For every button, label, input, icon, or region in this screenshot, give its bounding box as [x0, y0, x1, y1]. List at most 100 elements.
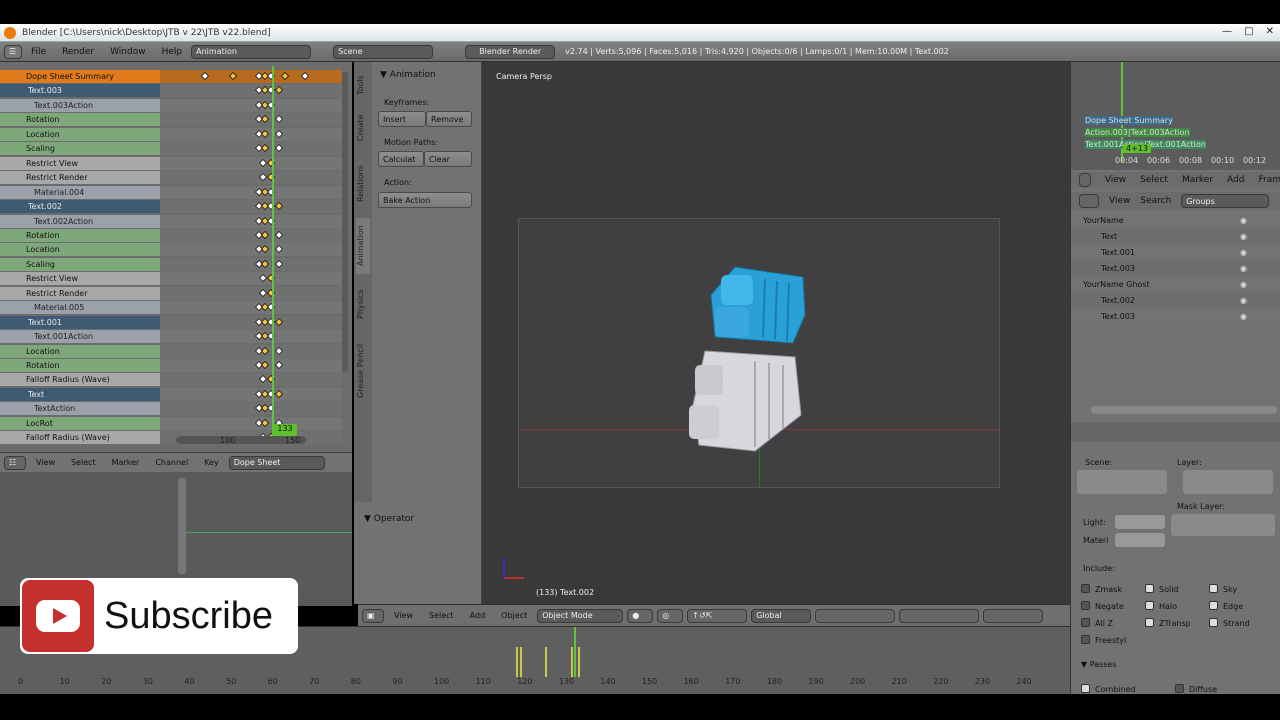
- passes-panel-title[interactable]: ▼ Passes: [1081, 660, 1117, 669]
- channel-row[interactable]: Restrict View: [0, 156, 160, 170]
- tab-physics[interactable]: Physics: [356, 282, 370, 326]
- interaction-mode-select[interactable]: Object Mode: [537, 608, 624, 623]
- include-checkbox[interactable]: [1081, 618, 1090, 627]
- close-icon[interactable]: ✕: [1266, 26, 1274, 37]
- combined-checkbox[interactable]: [1081, 684, 1090, 693]
- channel-row[interactable]: Text.001Action: [0, 330, 160, 344]
- include-checkbox[interactable]: [1209, 584, 1218, 593]
- channel-row[interactable]: Text.002: [0, 200, 160, 214]
- include-checkbox[interactable]: [1209, 618, 1218, 627]
- menu-view[interactable]: View: [1105, 175, 1126, 185]
- diffuse-checkbox[interactable]: [1175, 684, 1184, 693]
- layer-grid[interactable]: [1183, 470, 1273, 494]
- menu-marker[interactable]: Marker: [106, 458, 146, 467]
- channel-row[interactable]: TextAction: [0, 402, 160, 416]
- include-checkbox[interactable]: [1145, 618, 1154, 627]
- calculate-paths-button[interactable]: Calculat: [378, 151, 424, 167]
- menu-select[interactable]: Select: [1140, 175, 1168, 185]
- properties-tabs[interactable]: [1071, 422, 1280, 442]
- menu-channel[interactable]: Channel: [149, 458, 194, 467]
- visibility-icon[interactable]: ◉: [1240, 232, 1247, 241]
- visibility-icon[interactable]: ◉: [1240, 312, 1247, 321]
- dope-sheet-editor[interactable]: Dope Sheet Summary Text.003 Text.003Action…: [0, 62, 352, 452]
- visibility-icon[interactable]: ◉: [1240, 248, 1247, 257]
- layer-buttons[interactable]: [815, 608, 896, 623]
- outliner-row[interactable]: Text.003 ◉: [1071, 260, 1280, 276]
- scene-select[interactable]: Scene: [333, 44, 434, 59]
- manipulator-icons[interactable]: ↑↺⇱: [687, 608, 748, 623]
- outliner-row[interactable]: YourName Ghost ◉: [1071, 276, 1280, 292]
- panel-title-animation[interactable]: ▼ Animation: [380, 70, 436, 80]
- menu-window[interactable]: Window: [103, 47, 153, 57]
- channel-row[interactable]: Rotation: [0, 228, 160, 242]
- menu-file[interactable]: File: [24, 47, 53, 57]
- menu-search[interactable]: Search: [1140, 196, 1171, 206]
- menu-frame[interactable]: Fram: [1258, 175, 1280, 185]
- include-checkbox[interactable]: [1081, 584, 1090, 593]
- orientation-select[interactable]: Global: [751, 608, 812, 623]
- minimize-icon[interactable]: —: [1222, 26, 1232, 37]
- outliner-row[interactable]: Text.002 ◉: [1071, 292, 1280, 308]
- channel-row[interactable]: Falloff Radius (Wave): [0, 373, 160, 387]
- channel-row[interactable]: Scaling: [0, 142, 160, 156]
- channel-row[interactable]: Dope Sheet Summary: [0, 70, 160, 83]
- channel-row[interactable]: Material.004: [0, 185, 160, 199]
- insert-keyframe-button[interactable]: Insert: [378, 111, 426, 127]
- menu-object[interactable]: Object: [495, 611, 533, 620]
- tab-grease-pencil[interactable]: Grease Pencil: [356, 334, 370, 408]
- tab-create[interactable]: Create: [356, 108, 370, 148]
- render-engine-select[interactable]: Blender Render: [465, 44, 556, 59]
- channel-row[interactable]: Text: [0, 387, 160, 401]
- channel-row[interactable]: Restrict Render: [0, 171, 160, 185]
- menu-add[interactable]: Add: [464, 611, 492, 620]
- material-field[interactable]: [1115, 533, 1165, 547]
- editor-type-icon[interactable]: [1079, 173, 1091, 187]
- visibility-icon[interactable]: ◉: [1240, 216, 1247, 225]
- tab-relations[interactable]: Relations: [356, 156, 370, 212]
- channel-row[interactable]: Text.003Action: [0, 98, 160, 112]
- channel-row[interactable]: Rotation: [0, 113, 160, 127]
- channel-row[interactable]: Scaling: [0, 257, 160, 271]
- screen-layout-select[interactable]: Animation: [191, 44, 312, 59]
- menu-view[interactable]: View: [1109, 196, 1130, 206]
- pivot-icon[interactable]: ◎: [657, 608, 684, 623]
- channel-row[interactable]: Restrict View: [0, 272, 160, 286]
- subscribe-overlay[interactable]: Subscribe: [20, 578, 298, 654]
- channel-row[interactable]: Restrict Render: [0, 286, 160, 300]
- channel-row[interactable]: Rotation: [0, 359, 160, 372]
- operator-panel-title[interactable]: ▼ Operator: [364, 514, 414, 524]
- menu-view[interactable]: View: [388, 611, 419, 620]
- editor-type-icon[interactable]: ☷: [4, 455, 26, 470]
- menu-view[interactable]: View: [30, 458, 61, 467]
- current-frame-line[interactable]: [272, 66, 274, 436]
- outliner-row[interactable]: Text.001 ◉: [1071, 244, 1280, 260]
- include-checkbox[interactable]: [1145, 601, 1154, 610]
- menu-add[interactable]: Add: [1227, 175, 1244, 185]
- vertical-scrollbar[interactable]: [178, 478, 186, 574]
- editor-type-icon[interactable]: ▣: [362, 608, 384, 623]
- menu-select[interactable]: Select: [423, 611, 460, 620]
- channel-row[interactable]: Location: [0, 127, 160, 141]
- shading-icon[interactable]: ●: [627, 608, 654, 623]
- remove-keyframe-button[interactable]: Remove: [426, 111, 472, 127]
- bake-action-button[interactable]: Bake Action: [378, 192, 472, 208]
- timeline-frame-cursor[interactable]: [574, 627, 576, 677]
- channel-row[interactable]: Text.001: [0, 315, 160, 329]
- clear-paths-button[interactable]: Clear: [424, 151, 472, 167]
- snap-icons[interactable]: [983, 608, 1044, 623]
- include-checkbox[interactable]: [1081, 635, 1090, 644]
- menu-select[interactable]: Select: [65, 458, 102, 467]
- light-field[interactable]: [1115, 515, 1165, 529]
- visibility-icon[interactable]: ◉: [1240, 296, 1247, 305]
- include-checkbox[interactable]: [1081, 601, 1090, 610]
- menu-key[interactable]: Key: [198, 458, 225, 467]
- include-checkbox[interactable]: [1209, 601, 1218, 610]
- channel-row[interactable]: Text.002Action: [0, 214, 160, 228]
- tab-animation[interactable]: Animation: [356, 218, 370, 274]
- mask-layer-grid[interactable]: [1171, 514, 1275, 536]
- outliner-row[interactable]: Text ◉: [1071, 228, 1280, 244]
- channel-row[interactable]: Location: [0, 243, 160, 257]
- menu-render[interactable]: Render: [55, 47, 101, 57]
- editor-type-icon[interactable]: [1079, 194, 1099, 208]
- layer-buttons[interactable]: [899, 608, 980, 623]
